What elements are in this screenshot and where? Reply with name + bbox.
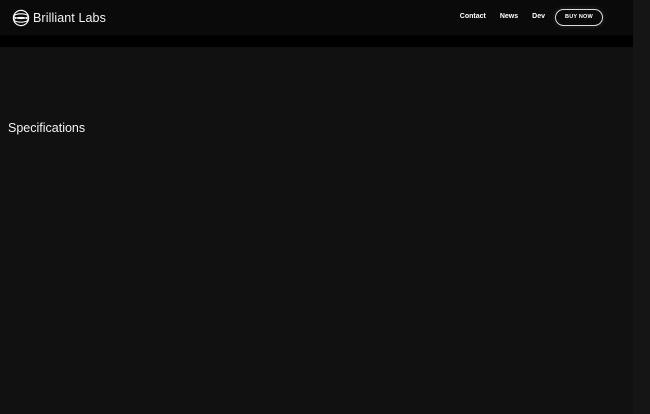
site-header: Brilliant Labs Contact News Dev BUY NOW (0, 0, 633, 35)
brand-logo-link[interactable]: Brilliant Labs (12, 9, 106, 27)
main-content (0, 47, 633, 414)
page: Brilliant Labs Contact News Dev BUY NOW … (0, 0, 650, 414)
nav-dev[interactable]: Dev (532, 8, 545, 26)
main-nav: Contact News Dev BUY NOW (460, 8, 603, 26)
specifications-heading: Specifications (8, 121, 86, 135)
scrollbar-track[interactable] (633, 0, 650, 414)
nav-contact[interactable]: Contact (460, 8, 486, 26)
nav-news[interactable]: News (500, 8, 518, 26)
buy-now-button[interactable]: BUY NOW (555, 8, 603, 26)
header-bottom-band (0, 35, 633, 47)
brand-name: Brilliant Labs (33, 11, 106, 25)
brilliant-labs-logo-icon (12, 9, 30, 27)
